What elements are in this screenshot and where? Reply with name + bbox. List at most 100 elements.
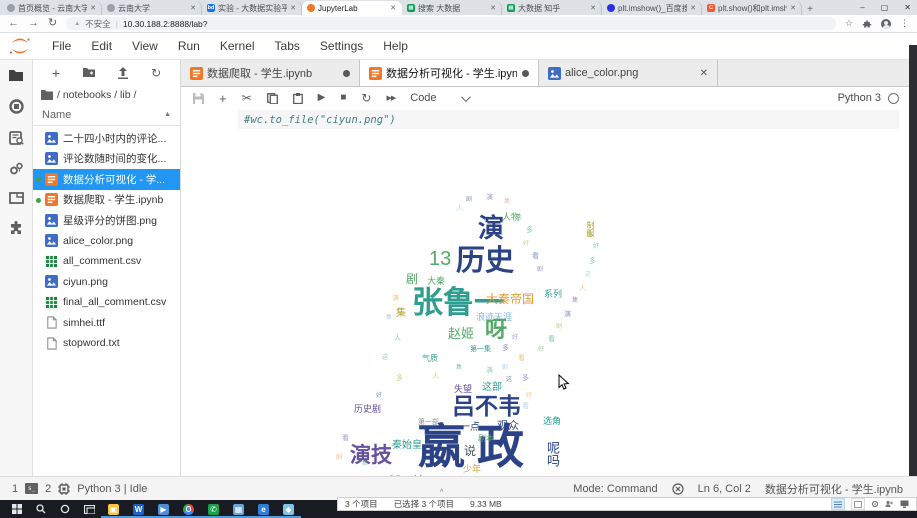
tab-close-icon[interactable]: ✕ bbox=[290, 4, 296, 12]
tray-monitor-icon[interactable] bbox=[900, 500, 909, 508]
open-tabs-icon[interactable] bbox=[9, 192, 24, 204]
file-list-header[interactable]: Name ▲ bbox=[33, 104, 180, 126]
tab-close-icon[interactable]: ✕ bbox=[390, 4, 396, 12]
kernel-state-label[interactable]: Python 3 | Idle bbox=[77, 483, 147, 495]
tab-close-icon[interactable]: ✕ bbox=[190, 4, 196, 12]
reload-icon[interactable]: ↻ bbox=[48, 18, 57, 29]
taskbar-search-icon[interactable] bbox=[29, 500, 53, 518]
tab-close-icon[interactable]: ✕ bbox=[90, 4, 96, 12]
kernel-status-icon[interactable] bbox=[888, 93, 899, 104]
taskbar-app-w-app[interactable]: W bbox=[126, 502, 151, 518]
browser-tab[interactable]: Cplt.show()和plt.imshow()…✕ bbox=[702, 1, 802, 15]
cell-type-dropdown[interactable]: Code bbox=[410, 92, 467, 104]
scroll-hat-icon[interactable]: ^ bbox=[440, 489, 443, 496]
file-row[interactable]: ciyun.png bbox=[33, 272, 180, 293]
new-folder-icon[interactable] bbox=[82, 67, 96, 78]
taskbar-app-media-app[interactable]: ▶ bbox=[151, 502, 176, 518]
home-folder-icon[interactable] bbox=[41, 90, 53, 100]
add-cell-icon[interactable]: + bbox=[219, 92, 227, 105]
taskbar-app-chrome[interactable] bbox=[176, 502, 201, 518]
running-kernels-icon[interactable] bbox=[9, 99, 24, 114]
kernel-name[interactable]: Python 3 bbox=[838, 92, 881, 104]
menu-file[interactable]: File bbox=[42, 39, 81, 53]
taskbar-app-file-explorer[interactable]: ▣ bbox=[101, 502, 126, 518]
thumbnail-view-icon[interactable] bbox=[851, 498, 865, 510]
doc-tab-close-icon[interactable]: ✕ bbox=[700, 68, 708, 79]
bookmark-star-icon[interactable]: ☆ bbox=[845, 18, 853, 29]
cortana-icon[interactable] bbox=[53, 500, 77, 518]
taskbar-app-green-app[interactable]: ✆ bbox=[201, 502, 226, 518]
back-icon[interactable]: ← bbox=[8, 18, 19, 29]
save-icon[interactable] bbox=[193, 93, 204, 104]
file-browser-icon[interactable] bbox=[8, 69, 24, 82]
name-column-header[interactable]: Name bbox=[42, 109, 71, 121]
tab-close-icon[interactable]: ✕ bbox=[690, 4, 696, 12]
restart-kernel-icon[interactable]: ↻ bbox=[361, 92, 371, 104]
cursor-position[interactable]: Ln 6, Col 2 bbox=[698, 483, 751, 495]
menu-kernel[interactable]: Kernel bbox=[210, 39, 265, 53]
new-tab-button[interactable]: + bbox=[802, 4, 818, 15]
forward-icon[interactable]: → bbox=[28, 18, 39, 29]
task-view-icon[interactable] bbox=[77, 500, 101, 518]
start-button[interactable] bbox=[5, 500, 29, 518]
browser-tab[interactable]: 首页概览 - 云南大学开放平…✕ bbox=[2, 1, 102, 15]
new-launcher-icon[interactable]: + bbox=[52, 65, 60, 81]
file-row[interactable]: stopword.txt bbox=[33, 333, 180, 354]
menu-settings[interactable]: Settings bbox=[310, 39, 373, 53]
menu-run[interactable]: Run bbox=[168, 39, 210, 53]
menu-edit[interactable]: Edit bbox=[81, 39, 122, 53]
file-row[interactable]: final_all_comment.csv bbox=[33, 292, 180, 313]
minimize-icon[interactable]: – bbox=[860, 3, 864, 12]
browser-menu-icon[interactable]: ⋮ bbox=[900, 18, 909, 29]
details-view-icon[interactable] bbox=[831, 498, 845, 510]
code-cell[interactable]: #wc.to_file("ciyun.png") bbox=[238, 110, 899, 129]
document-tab[interactable]: 数据分析可视化 - 学生.ipynb bbox=[360, 60, 539, 86]
notebook-content[interactable]: #wc.to_file("ciyun.png") 演人物历史13大秦剧张鲁一大秦… bbox=[181, 109, 917, 476]
mode-indicator[interactable]: Mode: Command bbox=[573, 483, 657, 495]
menu-view[interactable]: View bbox=[122, 39, 168, 53]
menu-tabs[interactable]: Tabs bbox=[265, 39, 310, 53]
file-row[interactable]: alice_color.png bbox=[33, 231, 180, 252]
tray-gear-icon[interactable] bbox=[871, 500, 879, 508]
document-tab[interactable]: 数据爬取 - 学生.ipynb bbox=[181, 60, 360, 86]
file-row[interactable]: all_comment.csv bbox=[33, 251, 180, 272]
stop-kernel-icon[interactable]: ■ bbox=[340, 93, 346, 103]
file-row[interactable]: simhei.ttf bbox=[33, 313, 180, 334]
browser-tab[interactable]: ▦大数据 知乎✕ bbox=[502, 1, 602, 15]
tab-close-icon[interactable]: ✕ bbox=[590, 4, 596, 12]
extensions-puzzle-icon[interactable] bbox=[862, 19, 872, 29]
cut-cells-icon[interactable]: ✂ bbox=[242, 92, 252, 104]
taskbar-app-viewer-app[interactable]: ◆ bbox=[276, 502, 301, 518]
browser-tab[interactable]: ▦搜索 大数据✕ bbox=[402, 1, 502, 15]
run-cell-icon[interactable]: ▶ bbox=[318, 93, 326, 103]
breadcrumb-path[interactable]: / notebooks / lib / bbox=[57, 89, 136, 101]
cell-type-value[interactable]: Code bbox=[410, 92, 436, 104]
taskbar-app-photos-app[interactable]: ▦ bbox=[226, 502, 251, 518]
url-text[interactable]: 10.30.188.2:8888/lab? bbox=[123, 19, 208, 29]
terminal-icon[interactable]: s_ bbox=[25, 483, 38, 494]
refresh-icon[interactable]: ↻ bbox=[151, 66, 161, 80]
restart-run-all-icon[interactable]: ▶▶ bbox=[386, 95, 395, 102]
paste-cells-icon[interactable] bbox=[293, 93, 303, 104]
profile-avatar[interactable] bbox=[881, 19, 891, 29]
browser-tab[interactable]: bd实验 - 大数据实验平台✕ bbox=[202, 1, 302, 15]
file-row[interactable]: 数据爬取 - 学生.ipynb bbox=[33, 190, 180, 211]
extension-manager-icon[interactable] bbox=[9, 221, 23, 235]
browser-tab[interactable]: plt.imshow()_百度搜索✕ bbox=[602, 1, 702, 15]
breadcrumb[interactable]: / notebooks / lib / bbox=[33, 85, 180, 104]
property-inspector-icon[interactable] bbox=[9, 162, 24, 175]
notification-bell-icon[interactable] bbox=[672, 483, 684, 495]
tab-close-icon[interactable]: ✕ bbox=[490, 4, 496, 12]
file-row[interactable]: 评论数随时间的变化... bbox=[33, 149, 180, 170]
taskbar-app-ie-browser[interactable]: e bbox=[251, 502, 276, 518]
copy-cells-icon[interactable] bbox=[267, 93, 278, 104]
kernel-sessions-icon[interactable] bbox=[58, 483, 70, 495]
browser-tab[interactable]: JupyterLab✕ bbox=[302, 1, 402, 15]
tray-people-icon[interactable] bbox=[885, 500, 894, 508]
file-row[interactable]: 星级评分的饼图.png bbox=[33, 210, 180, 231]
document-tab[interactable]: alice_color.png✕ bbox=[539, 60, 718, 86]
maximize-icon[interactable]: ▢ bbox=[881, 3, 889, 12]
upload-icon[interactable] bbox=[117, 67, 129, 79]
sort-caret-icon[interactable]: ▲ bbox=[164, 111, 171, 118]
tab-close-icon[interactable]: ✕ bbox=[790, 4, 796, 12]
